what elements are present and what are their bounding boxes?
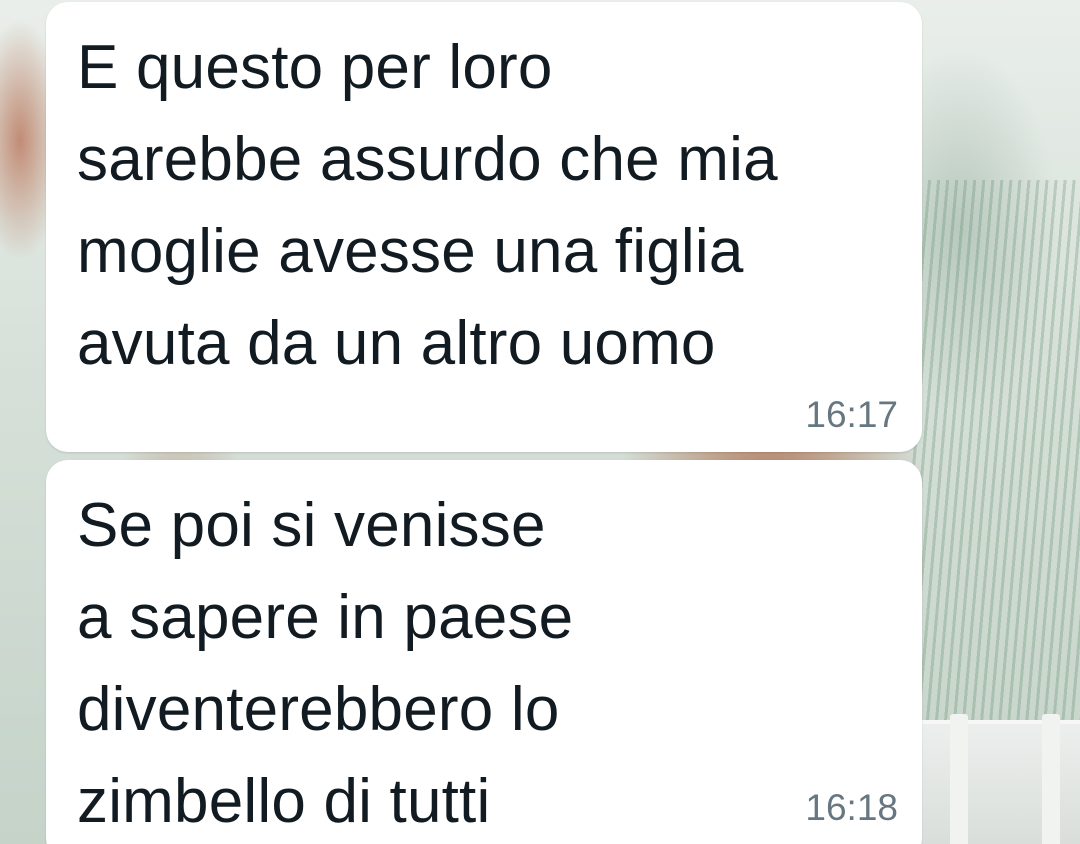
- message-line: moglie avesse una figlia: [77, 217, 744, 286]
- wallpaper-trees: [910, 180, 1080, 740]
- message-text: E questo per loro sarebbe assurdo che mi…: [77, 22, 897, 390]
- message-text: Se poi si venisse a sapere in paese dive…: [77, 480, 897, 844]
- message-line: sarebbe assurdo che mia: [77, 125, 778, 194]
- wallpaper-bridge-post: [1042, 714, 1060, 844]
- message-bubble[interactable]: E questo per loro sarebbe assurdo che mi…: [46, 2, 922, 452]
- message-bubble[interactable]: Se poi si venisse a sapere in paese dive…: [46, 460, 922, 844]
- message-line: avuta da un altro uomo: [77, 309, 716, 378]
- message-timestamp: 16:17: [805, 394, 898, 435]
- message-line: zimbello di tutti: [77, 767, 491, 836]
- message-line: Se poi si venisse: [77, 491, 546, 560]
- message-timestamp: 16:18: [805, 787, 898, 828]
- message-line: E questo per loro: [77, 33, 553, 102]
- wallpaper-bridge-post: [950, 714, 968, 844]
- message-line: diventerebbero lo: [77, 675, 560, 744]
- message-line: a sapere in paese: [77, 583, 574, 652]
